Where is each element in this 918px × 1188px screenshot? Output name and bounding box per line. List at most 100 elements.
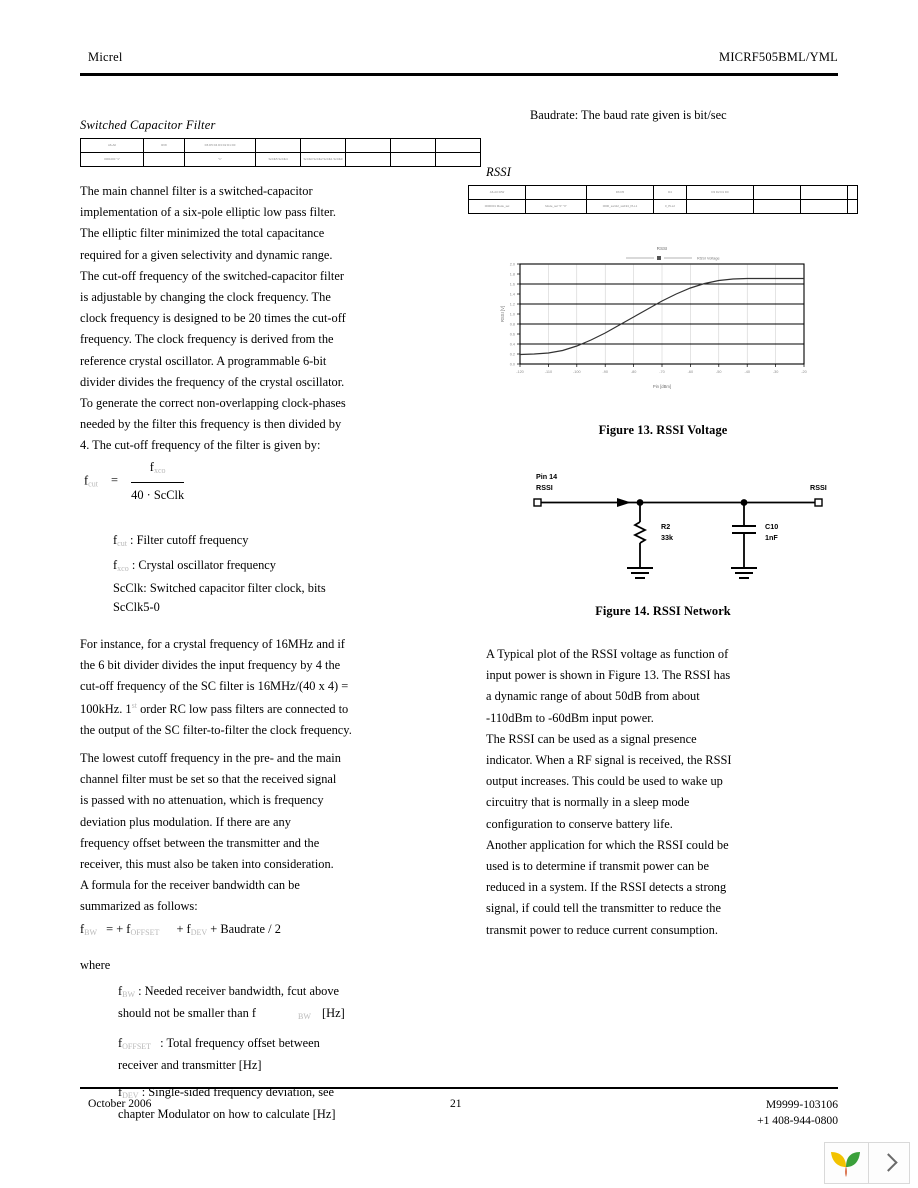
- svg-text:-90: -90: [602, 370, 608, 374]
- footer-doc-info: M9999-103106 +1 408-944-0800: [757, 1097, 838, 1129]
- where-item-foffset-line1: fOFFSET : Total frequency offset between: [118, 1034, 440, 1057]
- table-cell: [345, 152, 391, 167]
- page-footer: October 2006 21 M9999-103106 +1 408-944-…: [80, 1094, 838, 1134]
- table-cell: 0_PLL2: [653, 199, 687, 214]
- svg-text:1.6: 1.6: [510, 282, 515, 286]
- figure-13-rssi-voltage-chart: -120 -110 -100 -90 -80 -70 -60 -50 -40 -30 -20 0.0…: [468, 236, 858, 401]
- header-company: Micrel: [88, 50, 123, 64]
- document-page: Micrel MICRF505BML/YML Switched Capacito…: [0, 0, 918, 1188]
- table-cell: ScClk5 ScClk4: [255, 152, 301, 167]
- leaf-logo-svg: [831, 1152, 860, 1177]
- chart-x-axis-label: Pin [dBm]: [653, 384, 671, 389]
- formula-bw-lhs-sub: BW: [84, 927, 98, 937]
- where-foffset-text: : Total frequency offset between: [160, 1035, 320, 1050]
- schematic-resistor-ref: R2: [661, 522, 670, 531]
- paragraph-filter-description-text: The main channel filter is a switched-ca…: [80, 184, 346, 453]
- paragraph-rssi-power-control: Another application for which the RSSI c…: [486, 837, 729, 937]
- table-row: A6-A0 R/W D6 D5 D4 D3 D2 D1 D0: [80, 138, 481, 153]
- table-row: A6-A0 R/W D6 D5 D4 D3 D2 D1 D0: [468, 185, 858, 200]
- svg-text:-60: -60: [688, 370, 694, 374]
- definition-fxco-text: : Crystal oscillator frequency: [131, 557, 276, 572]
- figure-13-caption: Figure 13. RSSI Voltage: [598, 423, 728, 437]
- where-fbw-line2-sub: BW: [298, 1012, 311, 1022]
- register-table-switched-capacitor-filter: A6-A0 R/W D6 D5 D4 D3 D2 D1 D0 0001000 "…: [80, 138, 481, 167]
- table-row: 0001000 "1" "1" ScClk5 ScClk4 ScClk3 ScC…: [80, 152, 481, 167]
- svg-text:-100: -100: [573, 370, 581, 374]
- table-cell: A6-A0 R/W: [468, 185, 526, 200]
- table-cell: [800, 185, 848, 200]
- svg-text:-110: -110: [545, 370, 552, 374]
- schematic-resistor-value: 33k: [661, 533, 673, 542]
- right-column: Baudrate: The baud rate given is bit/sec…: [468, 108, 858, 941]
- where-fbw-text: : Needed receiver bandwidth, fcut above: [138, 983, 340, 998]
- paragraph-example-calculation: For instance, for a crystal frequency of…: [80, 634, 352, 741]
- where-item-fbw-line1: fBW : Needed receiver bandwidth, fcut ab…: [118, 982, 440, 1005]
- svg-text:0.2: 0.2: [510, 352, 515, 356]
- where-item-foffset-line2: receiver and transmitter [Hz]: [118, 1058, 262, 1073]
- table-cell: [525, 185, 587, 200]
- table-cell: [686, 199, 754, 214]
- svg-text:0.4: 0.4: [510, 342, 515, 346]
- figure-14-rssi-network-schematic: Pin 14 RSSI RSSI R2 33k C10 1nF: [468, 468, 858, 598]
- table-cell: [753, 185, 801, 200]
- footer-date: October 2006: [88, 1097, 152, 1110]
- where-fbw-sub: BW: [122, 989, 136, 999]
- formula-cutoff-numerator-sub: xco: [153, 465, 166, 475]
- rssi-network-diagram: Pin 14 RSSI RSSI R2 33k C10 1nF: [533, 472, 827, 579]
- schematic-pin-label-line1: Pin 14: [536, 472, 557, 481]
- table-cell: [300, 138, 346, 153]
- resistor-icon: [632, 521, 648, 544]
- next-page-button[interactable]: [869, 1142, 910, 1184]
- page-header: Micrel MICRF505BML/YML: [80, 50, 838, 74]
- table-cell: 0001000 "1": [80, 152, 144, 167]
- schematic-terminal-left: [533, 498, 542, 507]
- chart-title: RSSI: [657, 246, 668, 251]
- footer-divider: [80, 1087, 838, 1089]
- table-cell: [390, 138, 436, 153]
- table-cell: A6-A0: [80, 138, 144, 153]
- formula-receiver-bandwidth: fBW = + fOFFSET + fDEV + Baudrate / 2: [80, 922, 440, 937]
- paragraph-example-superscript: st: [131, 701, 137, 711]
- formula-bw-sub1: OFFSET: [130, 927, 160, 937]
- table-cell: ScClk3 ScClk2 ScClk1 ScClk0: [300, 152, 346, 167]
- schematic-pin-label-line2: RSSI: [536, 483, 553, 492]
- section-title-switched-capacitor-filter: Switched Capacitor Filter: [80, 118, 216, 132]
- where-item-foffset: fOFFSET : Total frequency offset between…: [118, 1034, 440, 1076]
- formula-cutoff-numerator: fxco: [131, 457, 185, 483]
- svg-text:1.2: 1.2: [510, 302, 515, 306]
- definition-fxco: fxco : Crystal oscillator frequency: [113, 555, 440, 580]
- chart-y-tick-labels: 0.0 0.2 0.4 0.6 0.8 1.0 1.2 1.4 1.6 1.8 2.0: [510, 262, 515, 366]
- logo-stem-orange: [845, 1166, 847, 1177]
- left-column: Switched Capacitor Filter A6-A0 R/W D6 D…: [80, 118, 481, 1125]
- formula-bw-rest2: + f: [176, 921, 191, 936]
- where-label: where: [80, 957, 111, 972]
- paragraph-rssi-plot-description: A Typical plot of the RSSI voltage as fu…: [486, 647, 731, 725]
- svg-text:0.6: 0.6: [510, 332, 515, 336]
- svg-text:-20: -20: [801, 370, 807, 374]
- register-table-rssi: A6-A0 R/W D6 D5 D4 D3 D2 D1 D0 0000001 M…: [468, 185, 858, 214]
- definition-fcut-sub: cut: [117, 539, 127, 549]
- table-cell: D6 D5: [586, 185, 654, 200]
- formula-cutoff-denominator: 40 · ScClk: [131, 487, 185, 502]
- baudrate-note: Baudrate: The baud rate given is bit/sec: [530, 108, 727, 122]
- svg-text:-50: -50: [716, 370, 722, 374]
- table-cell: 0000_sw112_sw194_PLL1: [586, 199, 654, 214]
- page-nav-widget[interactable]: [824, 1142, 910, 1184]
- logo-leaf-green: [846, 1152, 860, 1167]
- chart-legend: RSSI Voltage: [626, 256, 720, 261]
- svg-text:1.8: 1.8: [510, 272, 515, 276]
- schematic-capacitor-ref: C10: [765, 522, 778, 531]
- table-row: 0000001 Mode_sel Mode_sel "0" "0" 0000_s…: [468, 199, 858, 214]
- where-item-fbw: fBW : Needed receiver bandwidth, fcut ab…: [118, 982, 440, 1027]
- footer-doc-number: M9999-103106: [765, 1098, 838, 1111]
- formula-cutoff-fraction: fxco 40 · ScClk: [131, 457, 185, 506]
- header-part-number: MICRF505BML/YML: [719, 50, 838, 64]
- definition-scclk-line2: ScClk5-0: [113, 600, 160, 615]
- schematic-terminal-right: [814, 498, 823, 507]
- svg-text:-40: -40: [744, 370, 750, 374]
- table-cell: D4: [653, 185, 687, 200]
- table-cell: [847, 199, 858, 214]
- formula-cutoff-equals: =: [111, 473, 119, 488]
- formula-cutoff-frequency: fcut = fxco 40 · ScClk: [84, 457, 185, 506]
- rssi-voltage-plot: -120 -110 -100 -90 -80 -70 -60 -50 -40 -30 -20 0.0…: [500, 246, 807, 389]
